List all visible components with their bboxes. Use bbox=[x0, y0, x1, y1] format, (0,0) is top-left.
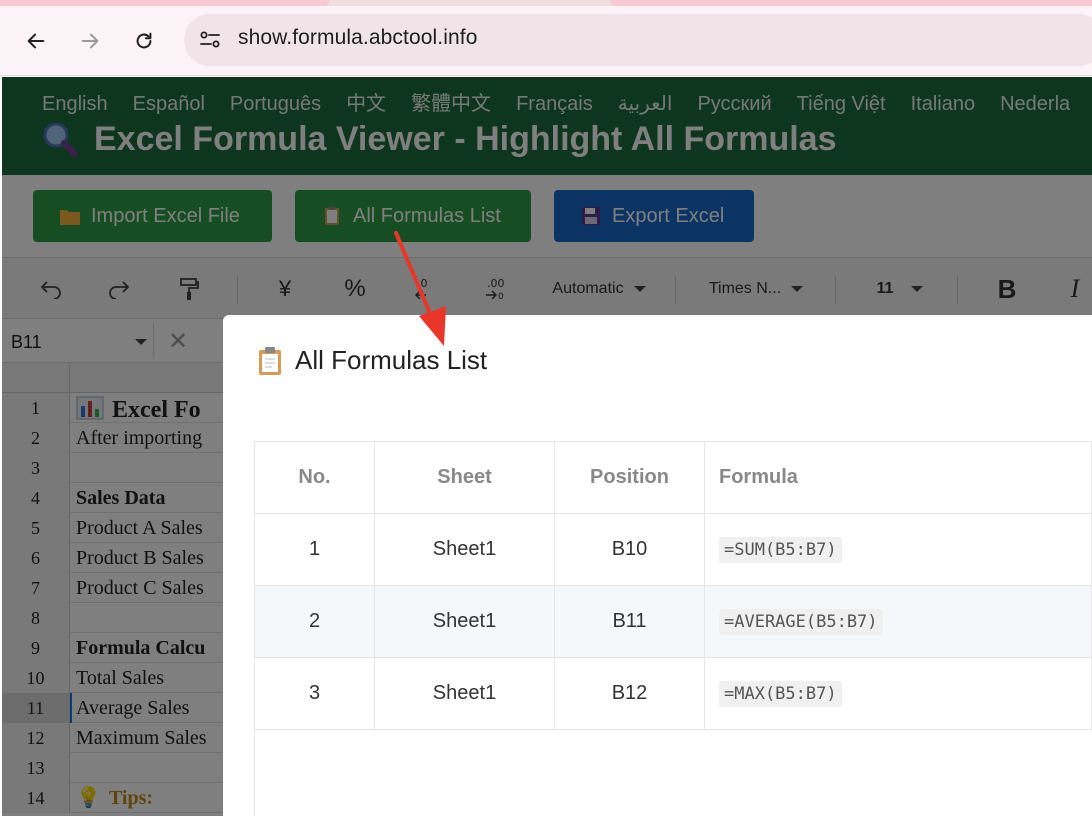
cell-no: 1 bbox=[255, 514, 375, 586]
table-row[interactable]: 3 Sheet1 B12 =MAX(B5:B7) bbox=[255, 658, 1092, 730]
cell-formula: =MAX(B5:B7) bbox=[705, 658, 1092, 730]
arrow-left-icon bbox=[25, 30, 47, 52]
formulas-list-dialog: All Formulas List No. Sheet Position For… bbox=[223, 315, 1092, 816]
table-header-row: No. Sheet Position Formula bbox=[255, 442, 1092, 514]
formula-code: =AVERAGE(B5:B7) bbox=[719, 609, 883, 635]
table-empty-area bbox=[254, 728, 1092, 816]
column-header-no: No. bbox=[255, 442, 375, 514]
cell-position[interactable]: B11 bbox=[555, 586, 705, 658]
column-header-formula: Formula bbox=[705, 442, 1092, 514]
browser-toolbar: show.formula.abctool.info bbox=[0, 6, 1092, 76]
cell-no: 3 bbox=[255, 658, 375, 730]
reload-button[interactable] bbox=[130, 27, 158, 55]
table-row[interactable]: 1 Sheet1 B10 =SUM(B5:B7) bbox=[255, 514, 1092, 586]
column-header-position: Position bbox=[555, 442, 705, 514]
cell-formula: =SUM(B5:B7) bbox=[705, 514, 1092, 586]
url-text[interactable]: show.formula.abctool.info bbox=[238, 26, 477, 50]
formula-code: =SUM(B5:B7) bbox=[719, 537, 842, 563]
address-bar[interactable]: show.formula.abctool.info bbox=[184, 14, 1092, 66]
forward-button[interactable] bbox=[76, 27, 104, 55]
cell-position[interactable]: B10 bbox=[555, 514, 705, 586]
dialog-title: All Formulas List bbox=[257, 345, 487, 376]
dialog-title-text: All Formulas List bbox=[295, 345, 487, 376]
formulas-table: No. Sheet Position Formula 1 Sheet1 B10 … bbox=[254, 441, 1092, 730]
arrow-right-icon bbox=[79, 30, 101, 52]
table-row[interactable]: 2 Sheet1 B11 =AVERAGE(B5:B7) bbox=[255, 586, 1092, 658]
cell-formula: =AVERAGE(B5:B7) bbox=[705, 586, 1092, 658]
cell-sheet: Sheet1 bbox=[375, 658, 555, 730]
column-header-sheet: Sheet bbox=[375, 442, 555, 514]
reload-icon bbox=[133, 30, 155, 52]
site-info-icon[interactable] bbox=[198, 28, 222, 52]
cell-sheet: Sheet1 bbox=[375, 514, 555, 586]
clipboard-icon bbox=[257, 346, 283, 376]
back-button[interactable] bbox=[22, 27, 50, 55]
cell-position[interactable]: B12 bbox=[555, 658, 705, 730]
cell-sheet: Sheet1 bbox=[375, 586, 555, 658]
cell-no: 2 bbox=[255, 586, 375, 658]
formula-code: =MAX(B5:B7) bbox=[719, 681, 842, 707]
